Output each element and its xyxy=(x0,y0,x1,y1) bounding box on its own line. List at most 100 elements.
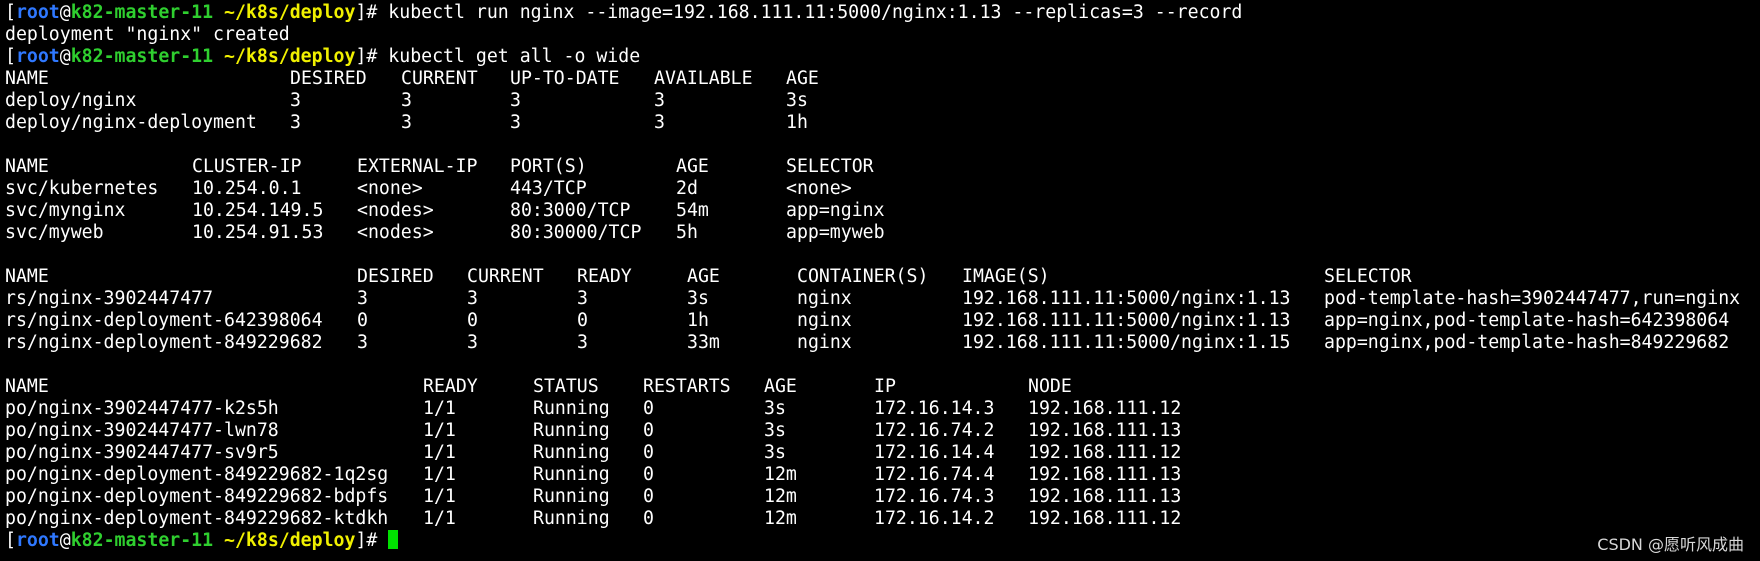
table-cell: 192.168.111.12 xyxy=(1028,508,1182,529)
table-cell: 3 xyxy=(577,288,588,309)
table-cell: 0 xyxy=(357,310,368,331)
column-header: CONTAINER(S) xyxy=(797,266,929,287)
table-cell: 3s xyxy=(764,442,786,463)
command-get-all: kubectl get all -o wide xyxy=(377,46,641,67)
table-cell: 33m xyxy=(687,332,720,353)
table-cell: deploy/nginx-deployment xyxy=(5,112,257,133)
prompt-bracket-close: ] xyxy=(355,46,367,67)
deployments-table: NAME DESIRED CURRENT UP-TO-DATE AVAILABL… xyxy=(5,68,1760,134)
table-cell: 3 xyxy=(654,112,665,133)
table-cell: 54m xyxy=(676,200,709,221)
table-cell: 1/1 xyxy=(423,486,456,507)
table-cell: 0 xyxy=(643,508,654,529)
column-header: READY xyxy=(423,376,478,397)
table-row: rs/nginx-3902447477 3 3 3 3s nginx 192.1… xyxy=(5,288,1760,310)
table-cell: 443/TCP xyxy=(510,178,587,199)
table-cell: 3 xyxy=(654,90,665,111)
column-header: AVAILABLE xyxy=(654,68,753,89)
table-row: po/nginx-3902447477-sv9r5 1/1 Running 0 … xyxy=(5,442,1760,464)
table-cell: nginx xyxy=(797,332,852,353)
table-cell: 192.168.111.13 xyxy=(1028,420,1182,441)
table-cell: 1h xyxy=(687,310,709,331)
table-cell: 3 xyxy=(467,332,478,353)
column-header: DESIRED xyxy=(357,266,434,287)
prompt-symbol: # xyxy=(366,530,378,551)
table-cell: nginx xyxy=(797,288,852,309)
table-header-row: NAME CLUSTER-IP EXTERNAL-IP PORT(S) AGE … xyxy=(5,156,1760,178)
prompt-line-get: [root@k82-master-11 ~/k8s/deploy]# kubec… xyxy=(5,46,1760,68)
table-cell: 12m xyxy=(764,486,797,507)
table-cell: Running xyxy=(533,508,610,529)
table-row: deploy/nginx-deployment 3 3 3 3 1h xyxy=(5,112,1760,134)
table-cell: rs/nginx-deployment-849229682 xyxy=(5,332,323,353)
table-cell: 192.168.111.11:5000/nginx:1.13 xyxy=(962,310,1291,331)
table-cell: 3 xyxy=(577,332,588,353)
table-cell: Running xyxy=(533,464,610,485)
table-cell: Running xyxy=(533,420,610,441)
table-cell: 192.168.111.12 xyxy=(1028,398,1182,419)
table-cell: 3s xyxy=(764,420,786,441)
table-cell: 80:30000/TCP xyxy=(510,222,642,243)
column-header: EXTERNAL-IP xyxy=(357,156,478,177)
table-cell: app=nginx xyxy=(786,200,885,221)
table-cell: 172.16.74.4 xyxy=(874,464,995,485)
table-row: po/nginx-3902447477-k2s5h 1/1 Running 0 … xyxy=(5,398,1760,420)
table-cell: 0 xyxy=(467,310,478,331)
column-header: SELECTOR xyxy=(1324,266,1412,287)
table-cell: 1/1 xyxy=(423,398,456,419)
table-cell: rs/nginx-deployment-642398064 xyxy=(5,310,323,331)
terminal-window[interactable]: [root@k82-master-11 ~/k8s/deploy]# kubec… xyxy=(0,0,1760,561)
watermark: CSDN @愿听风成曲 xyxy=(1597,535,1744,554)
column-header: AGE xyxy=(786,68,819,89)
table-row: svc/kubernetes 10.254.0.1 <none> 443/TCP… xyxy=(5,178,1760,200)
table-row: svc/myweb 10.254.91.53 <nodes> 80:30000/… xyxy=(5,222,1760,244)
table-cell: 3 xyxy=(510,90,521,111)
table-cell: 3 xyxy=(290,112,301,133)
table-cell: app=myweb xyxy=(786,222,885,243)
table-cell: app=nginx,pod-template-hash=849229682 xyxy=(1324,332,1730,353)
table-cell: rs/nginx-3902447477 xyxy=(5,288,214,309)
prompt-line-current[interactable]: [root@k82-master-11 ~/k8s/deploy]# xyxy=(5,530,1760,552)
table-cell: 3 xyxy=(401,90,412,111)
table-cell: 3 xyxy=(357,288,368,309)
table-cell: 1h xyxy=(786,112,808,133)
table-cell: 0 xyxy=(643,486,654,507)
table-cell: 3s xyxy=(764,398,786,419)
table-cell: 172.16.14.3 xyxy=(874,398,995,419)
table-cell: 192.168.111.11:5000/nginx:1.15 xyxy=(962,332,1291,353)
column-header: IP xyxy=(874,376,896,397)
column-header: READY xyxy=(577,266,632,287)
table-cell: 10.254.149.5 xyxy=(192,200,324,221)
column-header: AGE xyxy=(764,376,797,397)
table-cell: 3 xyxy=(510,112,521,133)
table-cell: 1/1 xyxy=(423,420,456,441)
prompt-bracket-close: ] xyxy=(355,530,367,551)
table-cell: 12m xyxy=(764,464,797,485)
table-cell: 0 xyxy=(643,442,654,463)
table-cell: svc/mynginx xyxy=(5,200,126,221)
table-cell: 3s xyxy=(786,90,808,111)
run-output: deployment "nginx" created xyxy=(5,24,290,45)
text-cursor[interactable] xyxy=(388,530,399,549)
prompt-bracket-open: [ xyxy=(5,2,16,23)
column-header: IMAGE(S) xyxy=(962,266,1050,287)
table-cell: 0 xyxy=(643,464,654,485)
prompt-host: k82-master-11 xyxy=(70,46,214,67)
prompt-symbol: # xyxy=(366,2,378,23)
table-row: po/nginx-deployment-849229682-ktdkh 1/1 … xyxy=(5,508,1760,530)
prompt-line-run: [root@k82-master-11 ~/k8s/deploy]# kubec… xyxy=(5,2,1760,24)
table-cell: po/nginx-3902447477-lwn78 xyxy=(5,420,279,441)
table-row: svc/mynginx 10.254.149.5 <nodes> 80:3000… xyxy=(5,200,1760,222)
table-cell: <none> xyxy=(786,178,852,199)
pods-table: NAME READY STATUS RESTARTS AGE IP NODE p… xyxy=(5,376,1760,530)
table-cell: 0 xyxy=(643,420,654,441)
table-cell: app=nginx,pod-template-hash=642398064 xyxy=(1324,310,1730,331)
table-cell: 0 xyxy=(577,310,588,331)
table-cell: 3 xyxy=(290,90,301,111)
table-cell: 0 xyxy=(643,398,654,419)
command-run: kubectl run nginx --image=192.168.111.11… xyxy=(377,2,1243,23)
column-header: AGE xyxy=(687,266,720,287)
